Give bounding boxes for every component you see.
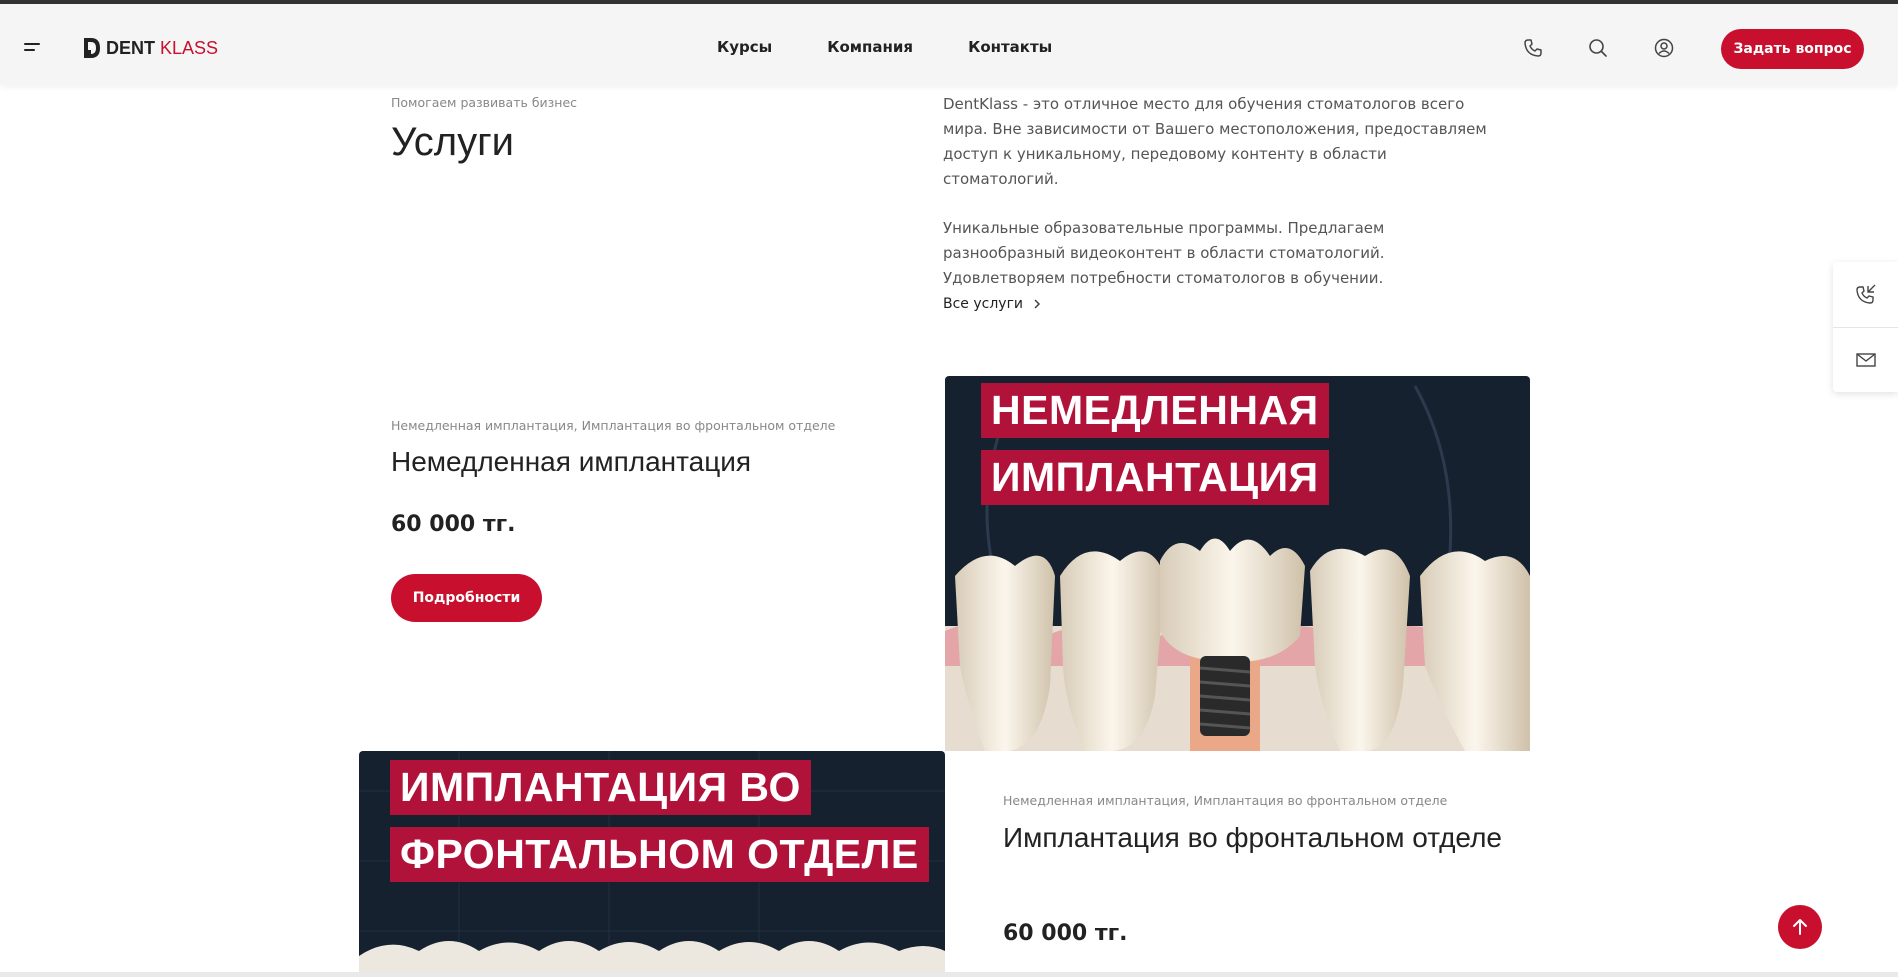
intro-text: DentKlass - это отличное место для обуче… xyxy=(943,92,1503,315)
details-button[interactable]: Подробности xyxy=(391,574,542,622)
card-price: 60 000 тг. xyxy=(1003,921,1128,946)
intro-paragraph: Уникальные образовательные программы. Пр… xyxy=(943,219,1385,287)
card-image[interactable]: НЕМЕДЛЕННАЯ ИМПЛАНТАЦИЯ xyxy=(945,376,1530,751)
callback-icon[interactable] xyxy=(1855,284,1877,306)
section-kicker: Помогаем развивать бизнес xyxy=(391,95,578,110)
search-icon[interactable] xyxy=(1588,38,1608,58)
phone-icon[interactable] xyxy=(1523,38,1543,58)
tooth-logo-icon xyxy=(84,38,100,58)
main-nav: Курсы Компания Контакты xyxy=(717,38,1052,56)
ask-question-button[interactable]: Задать вопрос xyxy=(1721,29,1864,69)
card-image[interactable]: ИМПЛАНТАЦИЯ ВО ФРОНТАЛЬНОМ ОТДЕЛЕ xyxy=(359,751,945,976)
scroll-to-top-button[interactable] xyxy=(1778,905,1822,949)
banner-title-line: ФРОНТАЛЬНОМ ОТДЕЛЕ xyxy=(390,827,929,882)
all-services-link[interactable]: Все услуги xyxy=(943,296,1041,312)
page-title: Услуги xyxy=(391,120,515,164)
nav-contacts[interactable]: Контакты xyxy=(968,38,1052,56)
card-price: 60 000 тг. xyxy=(391,512,516,537)
arrow-up-icon xyxy=(1793,919,1807,935)
site-header: DENT KLASS Курсы Компания Контакты Задат… xyxy=(0,4,1898,85)
menu-icon[interactable] xyxy=(24,43,42,55)
logo-text-dent: DENT xyxy=(106,37,155,58)
nav-company[interactable]: Компания xyxy=(827,38,913,56)
logo[interactable]: DENT KLASS xyxy=(82,34,218,62)
banner-title-line: ИМПЛАНТАЦИЯ ВО xyxy=(390,760,811,815)
card-tags: Немедленная имплантация, Имплантация во … xyxy=(391,418,836,433)
card-title[interactable]: Немедленная имплантация xyxy=(391,444,831,479)
banner-title-line: НЕМЕДЛЕННАЯ xyxy=(981,383,1329,438)
horizontal-scrollbar[interactable] xyxy=(0,972,1898,977)
intro-paragraph: DentKlass - это отличное место для обуче… xyxy=(943,95,1487,188)
user-icon[interactable] xyxy=(1654,38,1674,58)
side-contact-panel xyxy=(1833,262,1898,392)
nav-courses[interactable]: Курсы xyxy=(717,38,772,56)
banner-title-line: ИМПЛАНТАЦИЯ xyxy=(981,450,1329,505)
card-tags: Немедленная имплантация, Имплантация во … xyxy=(1003,793,1448,808)
all-services-label: Все услуги xyxy=(943,296,1024,312)
logo-text-klass: KLASS xyxy=(160,37,219,58)
card-title[interactable]: Имплантация во фронтальном отделе xyxy=(1003,820,1523,855)
chevron-right-icon xyxy=(1034,299,1041,309)
mail-icon[interactable] xyxy=(1855,349,1877,371)
